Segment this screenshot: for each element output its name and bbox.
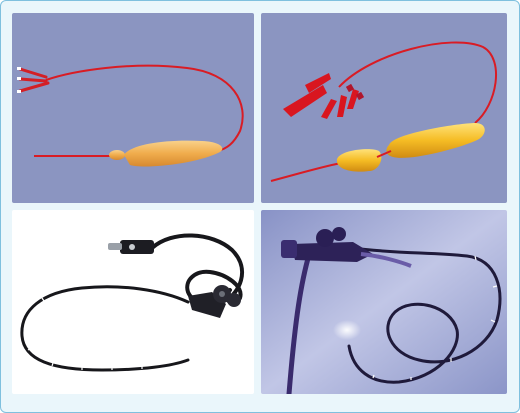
balloon-small bbox=[109, 150, 125, 160]
panel-endoscope-white bbox=[12, 210, 254, 394]
endoscope-white-photo bbox=[12, 210, 254, 394]
figure-frame bbox=[0, 0, 520, 413]
catheter-inflated-illustration bbox=[261, 13, 507, 203]
panel-catheter-inflated bbox=[261, 13, 507, 203]
endoscope-light-glow bbox=[333, 320, 361, 340]
endoscope-blue-photo bbox=[261, 210, 507, 394]
panel-endoscope-blue bbox=[261, 210, 507, 394]
panel-catheter-deflated bbox=[12, 13, 254, 203]
catheter-deflated-illustration bbox=[12, 13, 254, 203]
